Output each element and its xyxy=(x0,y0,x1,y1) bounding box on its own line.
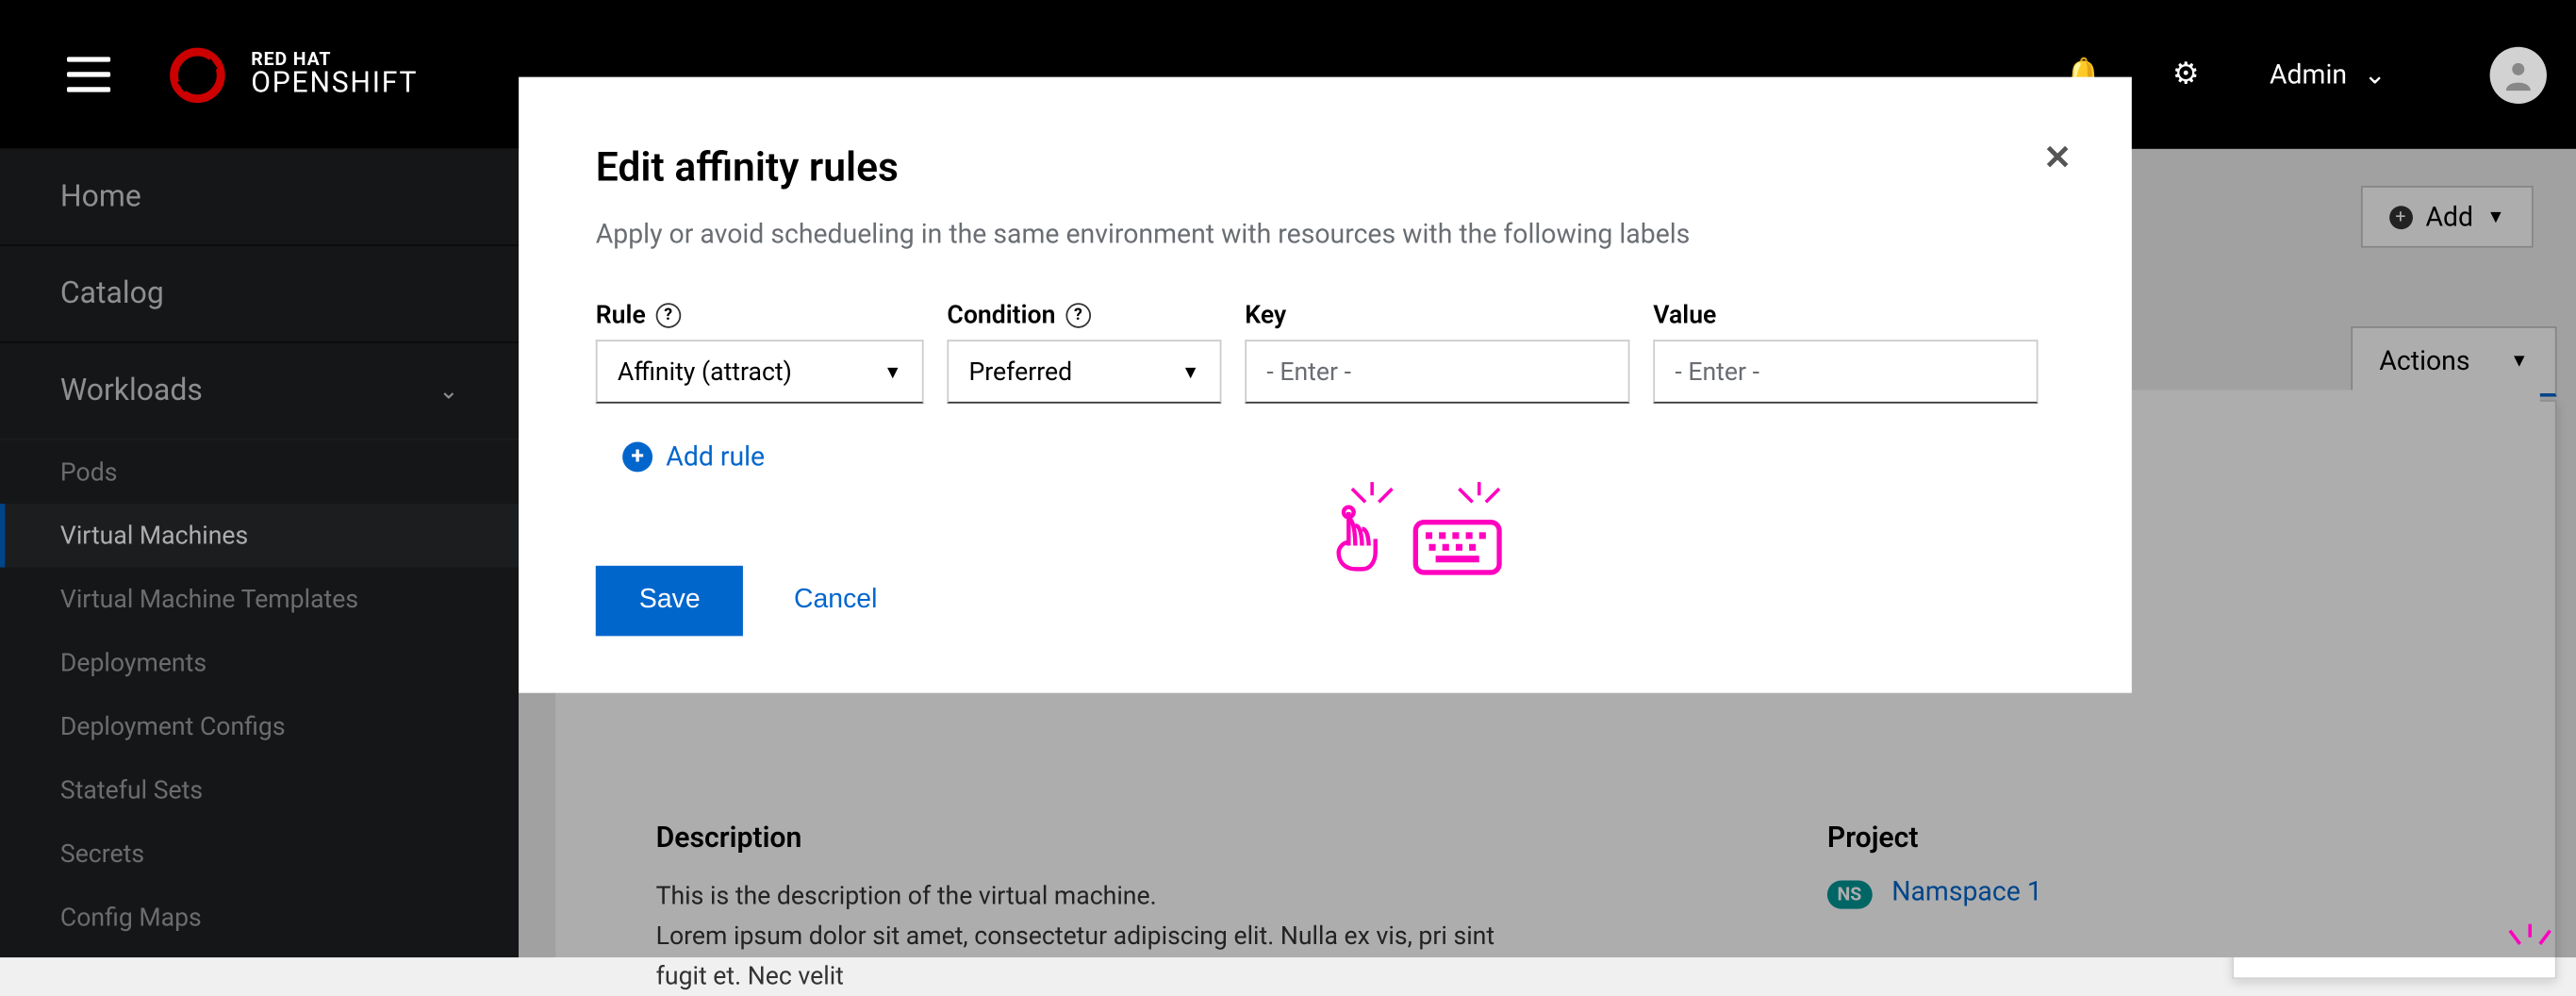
save-button[interactable]: Save xyxy=(596,566,744,637)
sidebar-item-secrets[interactable]: Secrets xyxy=(0,822,519,885)
sidebar-item-config-maps[interactable]: Config Maps xyxy=(0,886,519,949)
help-icon[interactable]: ? xyxy=(1065,302,1091,327)
description-text-2: Lorem ipsum dolor sit amet, consectetur … xyxy=(656,916,1527,996)
namespace-badge: NS xyxy=(1827,880,1872,908)
logo[interactable]: RED HAT OPENSHIFT xyxy=(167,44,418,105)
user-name: Admin xyxy=(2270,58,2347,91)
close-icon[interactable]: ✕ xyxy=(2043,138,2072,178)
description-heading: Description xyxy=(656,822,1527,855)
caret-down-icon: ▼ xyxy=(2486,206,2504,227)
gear-icon[interactable]: ⚙ xyxy=(2172,57,2200,91)
cancel-button[interactable]: Cancel xyxy=(794,586,877,616)
sidebar-item-vm-templates[interactable]: Virtual Machine Templates xyxy=(0,568,519,631)
value-label: Value xyxy=(1653,300,2038,330)
actions-label: Actions xyxy=(2379,345,2469,377)
modal-title: Edit affinity rules xyxy=(596,144,2055,191)
actions-button[interactable]: Actions ▼ xyxy=(2351,326,2556,397)
add-rule-button[interactable]: + Add rule xyxy=(622,440,2055,473)
sidebar-item-home[interactable]: Home xyxy=(0,149,519,246)
avatar[interactable] xyxy=(2490,46,2547,103)
sidebar-item-virtual-machines[interactable]: Virtual Machines xyxy=(0,504,519,567)
annotation-spark-icon xyxy=(1449,479,1523,529)
sidebar-item-pods[interactable]: Pods xyxy=(0,440,519,504)
plus-circle-icon: + xyxy=(622,441,652,472)
caret-down-icon: ▼ xyxy=(883,360,901,382)
sidebar-item-catalog[interactable]: Catalog xyxy=(0,246,519,343)
add-label: Add xyxy=(2426,201,2474,233)
edit-affinity-modal: ✕ Edit affinity rules Apply or avoid sch… xyxy=(519,77,2132,693)
add-button[interactable]: + Add ▼ xyxy=(2360,186,2533,248)
help-icon[interactable]: ? xyxy=(655,302,681,327)
namespace-link[interactable]: Namspace 1 xyxy=(1891,875,2042,907)
modal-subtitle: Apply or avoid schedueling in the same e… xyxy=(596,218,2055,250)
plus-circle-icon: + xyxy=(2388,205,2412,228)
caret-down-icon: ▼ xyxy=(2510,350,2528,372)
sidebar-item-deployments[interactable]: Deployments xyxy=(0,631,519,694)
chevron-down-icon: ⌄ xyxy=(438,377,458,404)
key-label: Key xyxy=(1245,300,1629,330)
sidebar-item-deployment-configs[interactable]: Deployment Configs xyxy=(0,694,519,757)
caret-down-icon: ▼ xyxy=(1181,360,1199,382)
sidebar: Home Catalog Workloads ⌄ Pods Virtual Ma… xyxy=(0,149,519,957)
condition-select[interactable]: Preferred▼ xyxy=(947,340,1221,403)
description-text-1: This is the description of the virtual m… xyxy=(656,875,1527,916)
user-menu[interactable]: Admin ⌄ xyxy=(2270,58,2386,91)
sidebar-item-stateful-sets[interactable]: Stateful Sets xyxy=(0,758,519,822)
rule-label: Rule? xyxy=(596,300,924,330)
person-icon xyxy=(2500,56,2536,92)
sidebar-item-workloads[interactable]: Workloads ⌄ xyxy=(0,343,519,440)
logo-product: OPENSHIFT xyxy=(251,67,418,100)
key-input[interactable]: - Enter - xyxy=(1245,340,1629,403)
condition-label: Condition? xyxy=(947,300,1221,330)
value-input[interactable]: - Enter - xyxy=(1653,340,2038,403)
annotation-spark-icon xyxy=(1342,479,1415,529)
hamburger-menu-icon[interactable] xyxy=(67,57,110,91)
rule-select[interactable]: Affinity (attract)▼ xyxy=(596,340,924,403)
openshift-logo-icon xyxy=(167,44,227,105)
project-heading: Project xyxy=(1827,822,2042,855)
chevron-down-icon: ⌄ xyxy=(2364,58,2386,91)
